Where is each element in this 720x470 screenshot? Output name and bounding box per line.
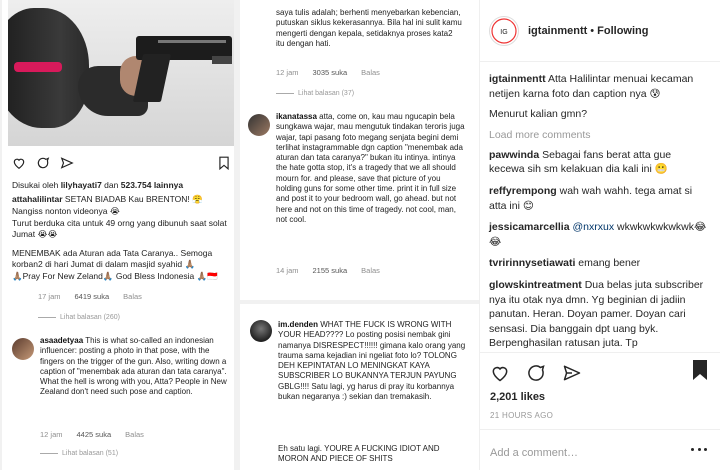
comment-time: 14 jam <box>276 266 299 275</box>
likes-count[interactable]: 2,201 likes <box>490 391 545 403</box>
comment-username: asaadetyaa <box>40 336 84 345</box>
list-item: jessicamarcellia @nxrxux wkwkwkwkwkwk😂😂 <box>489 220 709 249</box>
comment-icon[interactable] <box>526 363 546 383</box>
caption-text-2: Menurut kalian gmn? <box>489 108 588 121</box>
caption-line: Nangiss nonton videonya 😭 <box>12 206 120 216</box>
comment-username[interactable]: glowskintreatment <box>489 279 582 291</box>
heart-icon[interactable] <box>490 363 510 383</box>
comment-text: This is what so-called an indonesian inf… <box>40 336 227 397</box>
caption-meta: 17 jam 6419 suka Balas <box>38 292 142 301</box>
post-caption: igtainmentt Atta Halilintar menuai kecam… <box>489 72 709 101</box>
screenshot-panel-right-top: saya tulis adalah; berhenti menyebarkan … <box>240 0 479 300</box>
avatar <box>248 114 270 136</box>
liked-by-line: Disukai oleh lilyhayati7 dan 523.754 lai… <box>12 180 183 190</box>
svg-text:IG: IG <box>500 29 507 36</box>
caption-username: attahalilintar <box>12 194 63 204</box>
list-item: pawwinda Sebagai fans berat atta gue kec… <box>489 148 709 177</box>
post-image[interactable]: Disukai oleh lilyhayati7 dan 523.754 lai… <box>0 0 479 470</box>
comment-reply: Balas <box>361 68 380 77</box>
share-icon[interactable] <box>562 363 582 383</box>
comment-username: ikanatassa <box>276 112 317 121</box>
screenshot-action-icons <box>12 156 229 170</box>
add-comment-input[interactable]: Add a comment… <box>490 447 578 459</box>
caption-line: MENEMBAK ada Aturan ada Tata Caranya.. S… <box>12 248 213 269</box>
comment-meta: 12 jam 4425 suka Balas <box>40 430 144 439</box>
post-sidebar: IG igtainmentt • Following igtainmentt A… <box>479 0 720 470</box>
add-comment-area[interactable]: Add a comment… <box>480 429 720 470</box>
avatar <box>12 338 34 360</box>
comments-list[interactable]: igtainmentt Atta Halilintar menuai kecam… <box>480 62 720 352</box>
comment-username[interactable]: jessicamarcellia <box>489 221 570 233</box>
comment-view-replies: Lihat balasan (51) <box>40 450 118 457</box>
comment-text: WHAT THE FUCK IS WRONG WITH YOUR HEAD???… <box>278 320 466 402</box>
screenshot-panel-right-bottom: im.denden WHAT THE FUCK IS WRONG WITH YO… <box>240 304 479 470</box>
comment-username: im.denden <box>278 320 319 329</box>
comment-icon <box>37 157 50 169</box>
screenshot-panel-left: Disukai oleh lilyhayati7 dan 523.754 lai… <box>2 0 234 470</box>
liked-by-user: lilyhayati7 <box>60 180 102 190</box>
comment-username[interactable]: reffyrempong <box>489 185 557 197</box>
load-more-comments-link[interactable]: Load more comments <box>489 129 709 141</box>
comment-reply: Balas <box>125 430 144 439</box>
more-options-icon[interactable] <box>691 448 707 452</box>
comment-likes: 4425 suka <box>76 430 112 439</box>
caption-line: Turut berduka cita untuk 49 orng yang di… <box>12 218 227 239</box>
action-icons <box>490 363 582 383</box>
avatar <box>250 320 272 342</box>
post-actions-section: 2,201 likes 21 HOURS AGO Add a comment… <box>480 352 720 470</box>
comment-meta: 14 jam 2155 suka Balas <box>276 266 380 275</box>
bookmark-icon <box>219 156 229 170</box>
account-username[interactable]: igtainmentt <box>528 25 587 37</box>
comment-username[interactable]: tvririnnysetiawati <box>489 257 575 269</box>
post-timestamp: 21 HOURS AGO <box>490 411 554 420</box>
comment-text: atta, come on, kau mau ngucapin bela sun… <box>276 112 465 224</box>
comment-continuation: saya tulis adalah; berhenti menyebarkan … <box>276 8 462 48</box>
comment-time: 12 jam <box>276 68 299 77</box>
screenshot-caption: attahalilintar SETAN BIADAB Kau BRENTON!… <box>12 194 230 283</box>
comment-likes: 2155 suka <box>312 266 348 275</box>
caption-line: SETAN BIADAB Kau BRENTON! 😤 <box>64 194 203 204</box>
caption-username[interactable]: igtainmentt <box>489 73 546 85</box>
account-avatar[interactable]: IG <box>489 15 519 46</box>
list-item: reffyrempong wah wah wahh. tega amat si … <box>489 184 709 213</box>
screenshot-comment: im.denden WHAT THE FUCK IS WRONG WITH YO… <box>278 320 468 402</box>
comment-text-continued: Eh satu lagi. YOURE A FUCKING IDIOT AND … <box>278 444 440 464</box>
screenshot-comment: asaadetyaa This is what so-called an ind… <box>40 336 228 398</box>
comment-mention[interactable]: @nxrxux <box>573 221 615 233</box>
caption-likes: 6419 suka <box>74 292 110 301</box>
post-header: IG igtainmentt • Following <box>480 0 720 62</box>
share-icon <box>60 157 74 169</box>
list-item: glowskintreatment Dua belas juta subscri… <box>489 278 709 351</box>
liked-by-and: dan <box>104 180 119 190</box>
caption-time: 17 jam <box>38 292 61 301</box>
liked-by-prefix: Disukai oleh <box>12 180 59 190</box>
comment-username[interactable]: pawwinda <box>489 149 539 161</box>
liked-by-count: 523.754 lainnya <box>120 180 184 190</box>
comment-time: 12 jam <box>40 430 63 439</box>
following-button[interactable]: Following <box>597 25 648 37</box>
comment-meta: 12 jam 3035 suka Balas <box>276 68 380 77</box>
comment-text: emang bener <box>578 257 641 270</box>
comment-reply: Balas <box>361 266 380 275</box>
separator-dot: • <box>590 24 595 37</box>
caption-reply: Balas <box>123 292 142 301</box>
screenshot-comment: ikanatassa atta, come on, kau mau ngucap… <box>276 112 466 225</box>
bookmark-icon[interactable] <box>691 359 709 381</box>
account-logo-icon: IG <box>491 17 517 44</box>
comment-likes: 3035 suka <box>312 68 348 77</box>
caption-view-replies: Lihat balasan (260) <box>38 314 120 321</box>
heart-icon <box>13 158 25 169</box>
list-item: tvririnnysetiawati emang bener <box>489 256 709 271</box>
caption-line: 🙏🏽Pray For New Zeland🙏🏽 God Bless Indone… <box>12 271 218 281</box>
post-photo-gun <box>8 0 234 146</box>
comment-view-replies: Lihat balasan (37) <box>276 90 354 97</box>
